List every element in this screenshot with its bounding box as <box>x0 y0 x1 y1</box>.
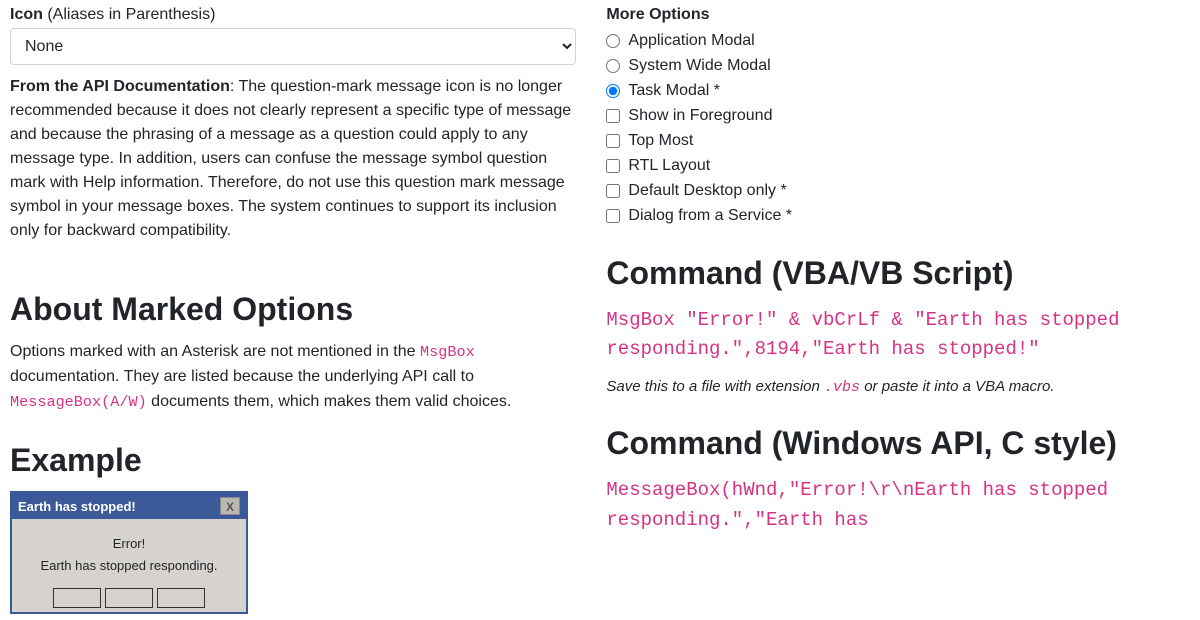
command-c-heading: Command (Windows API, C style) <box>606 425 1190 462</box>
about-text-b: documentation. They are listed because t… <box>10 368 474 385</box>
msgbox-button[interactable] <box>53 588 101 608</box>
more-options-label: More Options <box>606 6 1190 24</box>
icon-field-label: Icon (Aliases in Parenthesis) <box>10 6 576 24</box>
about-code-messagebox: MessageBox(A/W) <box>10 393 147 411</box>
option-show-foreground[interactable]: Show in Foreground <box>606 107 1190 125</box>
msgbox-titlebar: Earth has stopped! X <box>12 493 246 519</box>
msgbox-line2: Earth has stopped responding. <box>20 555 238 577</box>
about-text-c: documents them, which makes them valid c… <box>147 393 512 410</box>
msgbox-line1: Error! <box>20 533 238 555</box>
option-default-desktop[interactable]: Default Desktop only * <box>606 182 1190 200</box>
example-msgbox: Earth has stopped! X Error! Earth has st… <box>10 491 248 613</box>
option-label: Application Modal <box>628 32 754 50</box>
option-rtl-layout[interactable]: RTL Layout <box>606 157 1190 175</box>
option-dialog-service[interactable]: Dialog from a Service * <box>606 207 1190 225</box>
radio-application-modal[interactable] <box>606 34 620 48</box>
msgbox-title: Earth has stopped! <box>18 499 136 514</box>
icon-label-strong: Icon <box>10 6 43 23</box>
command-vba-code: MsgBox "Error!" & vbCrLf & "Earth has st… <box>606 306 1190 365</box>
about-code-msgbox: MsgBox <box>420 343 475 361</box>
checkbox-default-desktop[interactable] <box>606 184 620 198</box>
close-icon[interactable]: X <box>220 497 240 515</box>
about-paragraph: Options marked with an Asterisk are not … <box>10 340 576 414</box>
about-heading: About Marked Options <box>10 291 576 328</box>
option-task-modal[interactable]: Task Modal * <box>606 82 1190 100</box>
api-documentation-note: From the API Documentation: The question… <box>10 75 576 243</box>
about-text-a: Options marked with an Asterisk are not … <box>10 343 420 360</box>
option-label: Default Desktop only * <box>628 182 786 200</box>
api-note-lead: From the API Documentation <box>10 78 230 95</box>
icon-select[interactable]: None <box>10 28 576 65</box>
checkbox-dialog-service[interactable] <box>606 209 620 223</box>
command-c-code: MessageBox(hWnd,"Error!\r\nEarth has sto… <box>606 476 1190 535</box>
vbs-hint: Save this to a file with extension .vbs … <box>606 375 1190 399</box>
radio-task-modal[interactable] <box>606 84 620 98</box>
hint-b: or paste it into a VBA macro. <box>860 378 1055 395</box>
hint-a: Save this to a file with extension <box>606 378 824 395</box>
radio-system-wide-modal[interactable] <box>606 59 620 73</box>
command-vba-heading: Command (VBA/VB Script) <box>606 255 1190 292</box>
option-label: System Wide Modal <box>628 57 770 75</box>
option-label: Dialog from a Service * <box>628 207 792 225</box>
msgbox-button[interactable] <box>105 588 153 608</box>
icon-label-paren: (Aliases in Parenthesis) <box>43 6 216 23</box>
option-label: Top Most <box>628 132 693 150</box>
example-heading: Example <box>10 442 576 479</box>
msgbox-body: Error! Earth has stopped responding. <box>12 519 246 587</box>
option-label: RTL Layout <box>628 157 710 175</box>
option-system-wide-modal[interactable]: System Wide Modal <box>606 57 1190 75</box>
msgbox-button[interactable] <box>157 588 205 608</box>
checkbox-show-foreground[interactable] <box>606 109 620 123</box>
checkbox-top-most[interactable] <box>606 134 620 148</box>
option-label: Show in Foreground <box>628 107 772 125</box>
checkbox-rtl-layout[interactable] <box>606 159 620 173</box>
option-top-most[interactable]: Top Most <box>606 132 1190 150</box>
option-application-modal[interactable]: Application Modal <box>606 32 1190 50</box>
option-label: Task Modal * <box>628 82 720 100</box>
hint-ext: .vbs <box>824 379 860 396</box>
api-note-text: : The question-mark message icon is no l… <box>10 78 571 239</box>
